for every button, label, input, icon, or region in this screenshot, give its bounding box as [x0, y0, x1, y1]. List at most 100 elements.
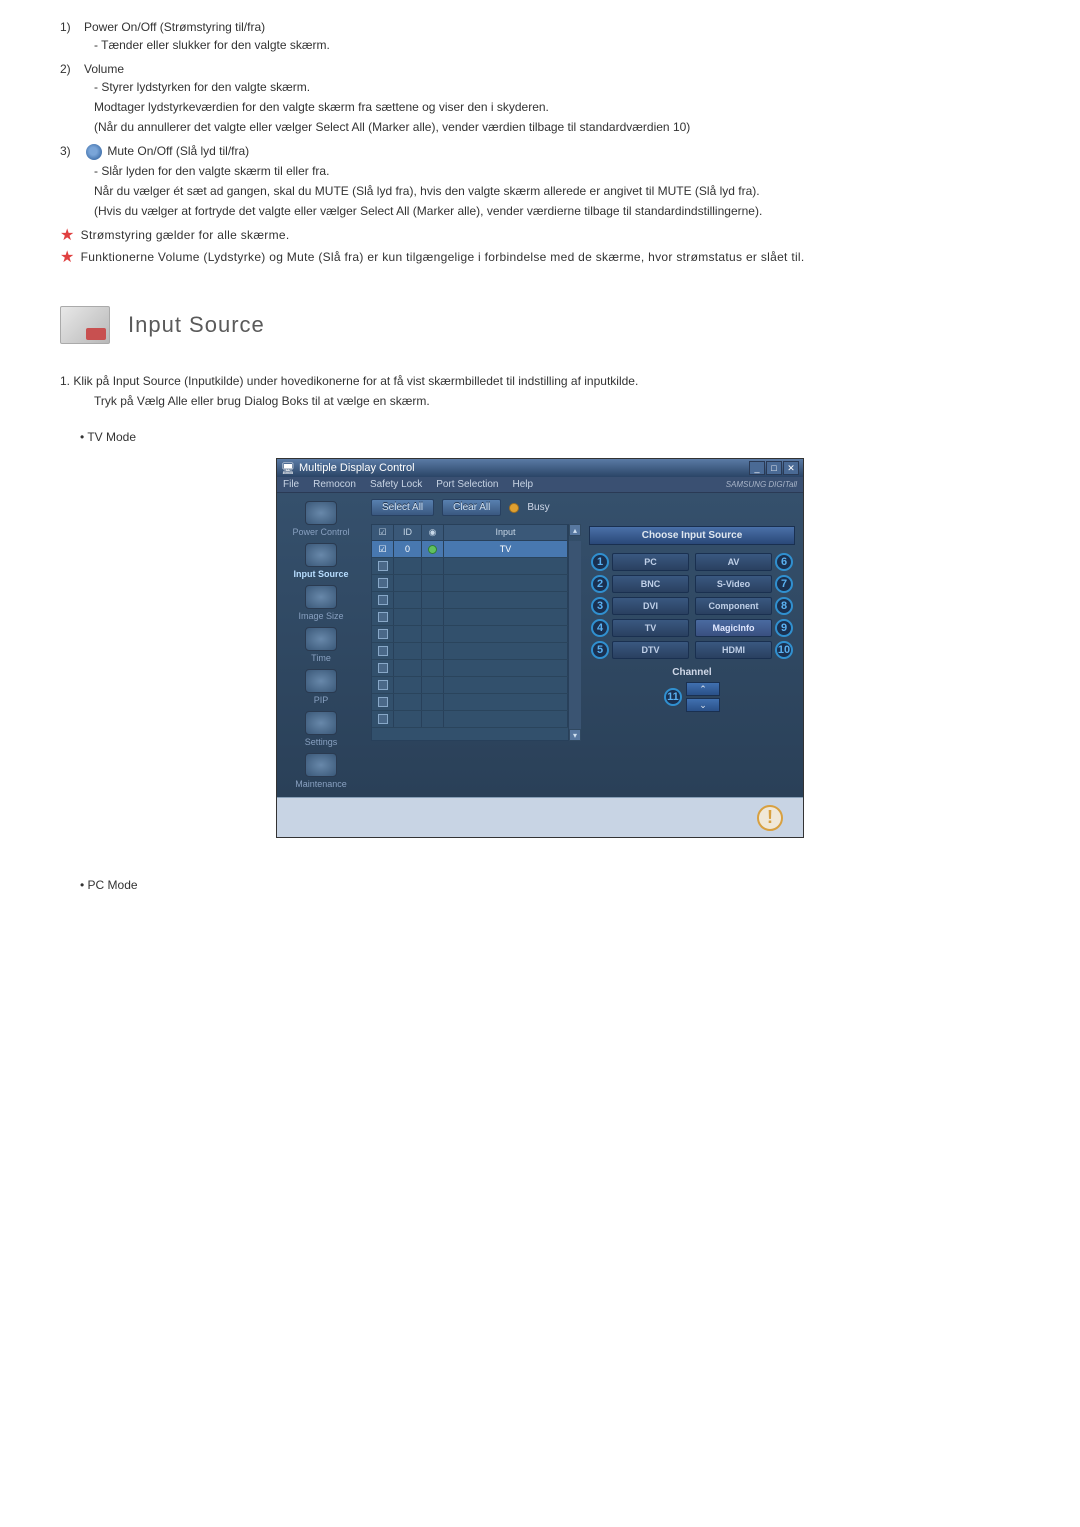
row-checkbox[interactable]: [378, 714, 388, 724]
sidebar-item-power[interactable]: Power Control: [281, 499, 361, 539]
list3-title: Mute On/Off (Slå lyd til/fra): [107, 144, 249, 158]
table-row[interactable]: [372, 626, 568, 643]
source-av-button[interactable]: AV: [695, 553, 772, 571]
instruction-1b: Tryk på Vælg Alle eller brug Dialog Boks…: [60, 394, 1020, 408]
table-row[interactable]: [372, 643, 568, 660]
list-marker-2: 2): [60, 62, 80, 76]
menu-bar: File Remocon Safety Lock Port Selection …: [277, 477, 803, 493]
pc-mode-label: PC Mode: [80, 878, 1020, 892]
list2-desc3: (Når du annullerer det valgte eller vælg…: [94, 118, 1020, 136]
title-bar: 🖥 Multiple Display Control _ □ ✕: [277, 459, 803, 477]
sidebar-item-pip[interactable]: PIP: [281, 667, 361, 707]
menu-file[interactable]: File: [283, 479, 299, 490]
callout-5: 5: [591, 641, 609, 659]
callout-4: 4: [591, 619, 609, 637]
maint-icon: [305, 753, 337, 777]
list3-desc1: - Slår lyden for den valgte skærm til el…: [94, 162, 1020, 180]
maximize-button[interactable]: □: [766, 461, 782, 475]
table-row[interactable]: ☑ 0 TV: [372, 541, 568, 558]
table-row[interactable]: [372, 660, 568, 677]
source-dtv-button[interactable]: DTV: [612, 641, 689, 659]
callout-1: 1: [591, 553, 609, 571]
info-strip: !: [277, 797, 803, 837]
row-checkbox[interactable]: [378, 595, 388, 605]
main-area: Select All Clear All Busy ☑ ID ◉ Input ▴: [365, 493, 803, 797]
menu-help[interactable]: Help: [512, 479, 533, 490]
channel-up-button[interactable]: ⌃: [686, 682, 720, 696]
th-id: ID: [394, 525, 422, 540]
callout-10: 10: [775, 641, 793, 659]
settings-icon: [305, 711, 337, 735]
table-row[interactable]: [372, 575, 568, 592]
minimize-button[interactable]: _: [749, 461, 765, 475]
source-component-button[interactable]: Component: [695, 597, 772, 615]
list-marker-3: 3): [60, 144, 80, 158]
section-header: Input Source: [60, 306, 1020, 344]
section-title: Input Source: [128, 312, 265, 338]
menu-safety-lock[interactable]: Safety Lock: [370, 479, 422, 490]
sidebar-item-input-source[interactable]: Input Source: [281, 541, 361, 581]
row-checkbox[interactable]: [378, 612, 388, 622]
source-magicinfo-button[interactable]: MagicInfo: [695, 619, 772, 637]
sidebar-item-settings[interactable]: Settings: [281, 709, 361, 749]
callout-3: 3: [591, 597, 609, 615]
menu-port-selection[interactable]: Port Selection: [436, 479, 498, 490]
star-note-1: Strømstyring gælder for alle skærme.: [81, 228, 290, 242]
table-row[interactable]: [372, 592, 568, 609]
source-hdmi-button[interactable]: HDMI: [695, 641, 772, 659]
table-row[interactable]: [372, 677, 568, 694]
menu-remocon[interactable]: Remocon: [313, 479, 356, 490]
numbered-list: 1) Power On/Off (Strømstyring til/fra) -…: [60, 20, 1020, 266]
callout-11: 11: [664, 688, 682, 706]
select-all-button[interactable]: Select All: [371, 499, 434, 516]
table-row[interactable]: [372, 694, 568, 711]
th-input: Input: [444, 525, 568, 540]
input-source-panel: Choose Input Source 1PC AV6 2BNC S-Video…: [587, 524, 797, 741]
power-icon: [305, 501, 337, 525]
busy-indicator-icon: [509, 503, 519, 513]
close-button[interactable]: ✕: [783, 461, 799, 475]
row-checkbox[interactable]: [378, 561, 388, 571]
scrollbar[interactable]: ▾: [569, 541, 581, 741]
row-checkbox[interactable]: [378, 663, 388, 673]
star-icon: ★: [60, 228, 75, 244]
table-row[interactable]: [372, 609, 568, 626]
row-checkbox[interactable]: [378, 680, 388, 690]
callout-8: 8: [775, 597, 793, 615]
source-bnc-button[interactable]: BNC: [612, 575, 689, 593]
star-icon: ★: [60, 250, 75, 266]
callout-6: 6: [775, 553, 793, 571]
callout-2: 2: [591, 575, 609, 593]
th-checkbox[interactable]: ☑: [372, 525, 394, 540]
scroll-up-button[interactable]: ▴: [569, 524, 581, 536]
source-pc-button[interactable]: PC: [612, 553, 689, 571]
callout-9: 9: [775, 619, 793, 637]
row-checkbox[interactable]: [378, 629, 388, 639]
row-checkbox[interactable]: [378, 697, 388, 707]
row-checkbox[interactable]: [378, 646, 388, 656]
source-tv-button[interactable]: TV: [612, 619, 689, 637]
sidebar-item-maintenance[interactable]: Maintenance: [281, 751, 361, 791]
source-svideo-button[interactable]: S-Video: [695, 575, 772, 593]
scroll-down-button[interactable]: ▾: [569, 729, 581, 741]
star-note-2: Funktionerne Volume (Lydstyrke) og Mute …: [81, 250, 805, 264]
input-source-icon: [60, 306, 110, 344]
list2-desc1: - Styrer lydstyrken for den valgte skærm…: [94, 78, 1020, 96]
list1-title: Power On/Off (Strømstyring til/fra): [84, 20, 1020, 34]
source-dvi-button[interactable]: DVI: [612, 597, 689, 615]
sidebar: Power Control Input Source Image Size Ti…: [277, 493, 365, 797]
row-checkbox[interactable]: ☑: [372, 541, 394, 557]
list3-desc2: Når du vælger ét sæt ad gangen, skal du …: [94, 182, 1020, 200]
table-row[interactable]: [372, 558, 568, 575]
clear-all-button[interactable]: Clear All: [442, 499, 501, 516]
row-checkbox[interactable]: [378, 578, 388, 588]
panel-header: Choose Input Source: [589, 526, 795, 545]
list1-desc: - Tænder eller slukker for den valgte sk…: [94, 36, 1020, 54]
channel-down-button[interactable]: ⌄: [686, 698, 720, 712]
time-icon: [305, 627, 337, 651]
table-row[interactable]: [372, 711, 568, 728]
sidebar-item-image-size[interactable]: Image Size: [281, 583, 361, 623]
sidebar-item-time[interactable]: Time: [281, 625, 361, 665]
row-input: TV: [444, 541, 568, 557]
row-id: 0: [394, 541, 422, 557]
